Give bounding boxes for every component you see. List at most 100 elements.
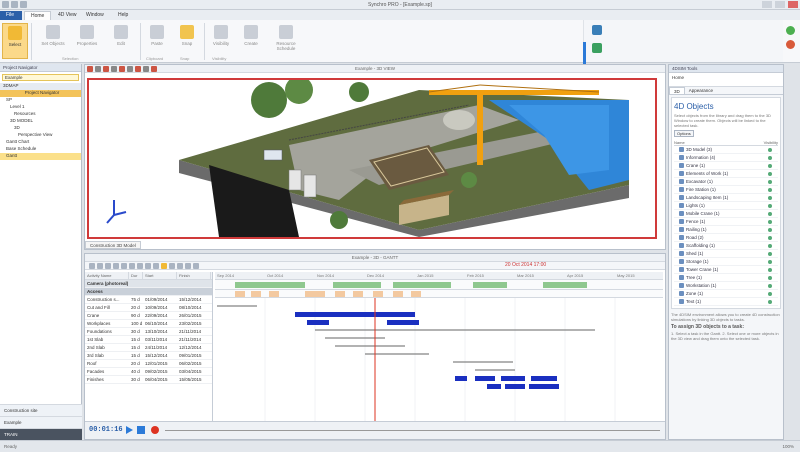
- visibility-icon[interactable]: [768, 283, 772, 288]
- object-list-item[interactable]: Landscaping Item (1): [674, 194, 778, 202]
- object-list-item[interactable]: Shed (1): [674, 250, 778, 258]
- task-bar[interactable]: [505, 384, 525, 389]
- toolbar-icon[interactable]: [161, 263, 167, 269]
- toolbar-icon[interactable]: [129, 263, 135, 269]
- toolbar-icon[interactable]: [87, 66, 93, 72]
- snap-button[interactable]: Snap: [174, 23, 200, 59]
- object-list-item[interactable]: Road (2): [674, 234, 778, 242]
- task-bar[interactable]: [501, 376, 525, 381]
- task-bar[interactable]: [529, 384, 559, 389]
- toolbar-icon[interactable]: [135, 66, 141, 72]
- object-list-item[interactable]: Crane (1): [674, 162, 778, 170]
- toolbar-icon[interactable]: [127, 66, 133, 72]
- object-list-item[interactable]: Text (1): [674, 298, 778, 306]
- timeline-slider[interactable]: [165, 430, 660, 431]
- visibility-button[interactable]: Visibility: [208, 23, 234, 59]
- object-list-item[interactable]: Workstation (1): [674, 282, 778, 290]
- tree-item-selected[interactable]: Gantt: [0, 153, 81, 160]
- table-row[interactable]: Access: [85, 288, 212, 296]
- toolbar-icon[interactable]: [89, 263, 95, 269]
- table-row[interactable]: 3rd Slab 15 d 15/12/2014 09/01/2015: [85, 352, 212, 360]
- toolbar-icon[interactable]: [143, 66, 149, 72]
- toolbar-icon[interactable]: [151, 66, 157, 72]
- task-bar[interactable]: [475, 376, 495, 381]
- select-button[interactable]: Select: [2, 23, 28, 59]
- object-list-item[interactable]: Tower Crane (1): [674, 266, 778, 274]
- toolbar-icon[interactable]: [97, 263, 103, 269]
- visibility-icon[interactable]: [768, 179, 772, 184]
- resource-schedule-button[interactable]: Resource Schedule: [268, 23, 304, 59]
- 3d-view-tab[interactable]: Construction 3D Model: [85, 241, 141, 249]
- visibility-icon[interactable]: [768, 163, 772, 168]
- visibility-icon[interactable]: [768, 147, 772, 152]
- search-input[interactable]: Example: [2, 74, 79, 81]
- toolbar-icon[interactable]: [121, 263, 127, 269]
- table-row[interactable]: Finishes 30 d 06/04/2015 15/05/2015: [85, 376, 212, 384]
- object-list-item[interactable]: Fence (1): [674, 218, 778, 226]
- task-bar[interactable]: [531, 376, 557, 381]
- tree-item[interactable]: Gantt Chart: [0, 139, 81, 146]
- visibility-icon[interactable]: [768, 259, 772, 264]
- visibility-icon[interactable]: [768, 171, 772, 176]
- table-row[interactable]: Roof 20 d 12/01/2015 06/02/2015: [85, 360, 212, 368]
- tab-appearance[interactable]: Appearance: [685, 87, 717, 94]
- toolbar-icon[interactable]: [95, 66, 101, 72]
- tree-item[interactable]: 3DMAP: [0, 83, 81, 90]
- task-bar[interactable]: [455, 376, 467, 381]
- column-header[interactable]: Activity Name: [85, 272, 129, 279]
- object-list-item[interactable]: Information (4): [674, 154, 778, 162]
- column-header[interactable]: Dur: [129, 272, 143, 279]
- toolbar-icon[interactable]: [177, 263, 183, 269]
- object-list-item[interactable]: Lights (1): [674, 202, 778, 210]
- visibility-icon[interactable]: [768, 187, 772, 192]
- visibility-icon[interactable]: [768, 235, 772, 240]
- task-bar[interactable]: [387, 320, 419, 325]
- properties-button[interactable]: Properties: [74, 23, 100, 59]
- visibility-icon[interactable]: [768, 219, 772, 224]
- toolbar-icon[interactable]: [113, 263, 119, 269]
- object-list-item[interactable]: Zone (1): [674, 290, 778, 298]
- record-icon[interactable]: [151, 426, 159, 434]
- tab-file[interactable]: File: [0, 11, 22, 20]
- task-bar[interactable]: [327, 312, 415, 317]
- task-bar[interactable]: [487, 384, 501, 389]
- tree-item[interactable]: Base Schedule: [0, 146, 81, 153]
- object-list-item[interactable]: Storage (1): [674, 258, 778, 266]
- toolbar-icon[interactable]: [153, 263, 159, 269]
- help-icon[interactable]: [786, 26, 795, 35]
- gantt-chart[interactable]: Sep 2014 Oct 2014 Nov 2014 Dec 2014 Jan 2015…: [215, 272, 663, 422]
- tree-item[interactable]: SP: [0, 97, 81, 104]
- table-row[interactable]: Construction s... 75 d 01/09/2014 15/12/201…: [85, 296, 212, 304]
- maximize-button[interactable]: [775, 1, 785, 8]
- object-list-item[interactable]: Mobile Crane (1): [674, 210, 778, 218]
- object-list-item[interactable]: Elements of Work (1): [674, 170, 778, 178]
- column-header[interactable]: Finish: [177, 272, 211, 279]
- toolbar-icon[interactable]: [119, 66, 125, 72]
- toolbar-icon[interactable]: [137, 263, 143, 269]
- tree-item[interactable]: Perspective View: [0, 132, 81, 139]
- tab-window[interactable]: Window: [80, 11, 110, 20]
- create-button[interactable]: Create: [238, 23, 264, 59]
- table-row[interactable]: Workplaces 100 d 06/10/2014 23/02/2015: [85, 320, 212, 328]
- tree-item[interactable]: Resources: [0, 111, 81, 118]
- visibility-icon[interactable]: [768, 275, 772, 280]
- tree-item[interactable]: Project Navigator: [0, 90, 81, 97]
- column-header[interactable]: Start: [143, 272, 177, 279]
- tab-3d[interactable]: 3D: [669, 87, 685, 94]
- play-icon[interactable]: [125, 426, 133, 434]
- toolbar-icon[interactable]: [185, 263, 191, 269]
- object-list-item[interactable]: Railing (1): [674, 226, 778, 234]
- visibility-icon[interactable]: [768, 291, 772, 296]
- stop-icon[interactable]: [137, 426, 145, 434]
- close-button[interactable]: [788, 1, 798, 8]
- table-row[interactable]: Foundations 30 d 13/10/2014 21/11/2014: [85, 328, 212, 336]
- toolbar-icon[interactable]: [169, 263, 175, 269]
- tab-4d-view[interactable]: 4D View: [52, 11, 83, 20]
- object-list-item[interactable]: Fire Station (1): [674, 186, 778, 194]
- minimize-button[interactable]: [762, 1, 772, 8]
- paste-button[interactable]: Paste: [144, 23, 170, 59]
- visibility-icon[interactable]: [768, 251, 772, 256]
- tab-home[interactable]: Home: [24, 11, 52, 20]
- tree-item[interactable]: 3D: [0, 125, 81, 132]
- fly-icon[interactable]: [590, 24, 604, 38]
